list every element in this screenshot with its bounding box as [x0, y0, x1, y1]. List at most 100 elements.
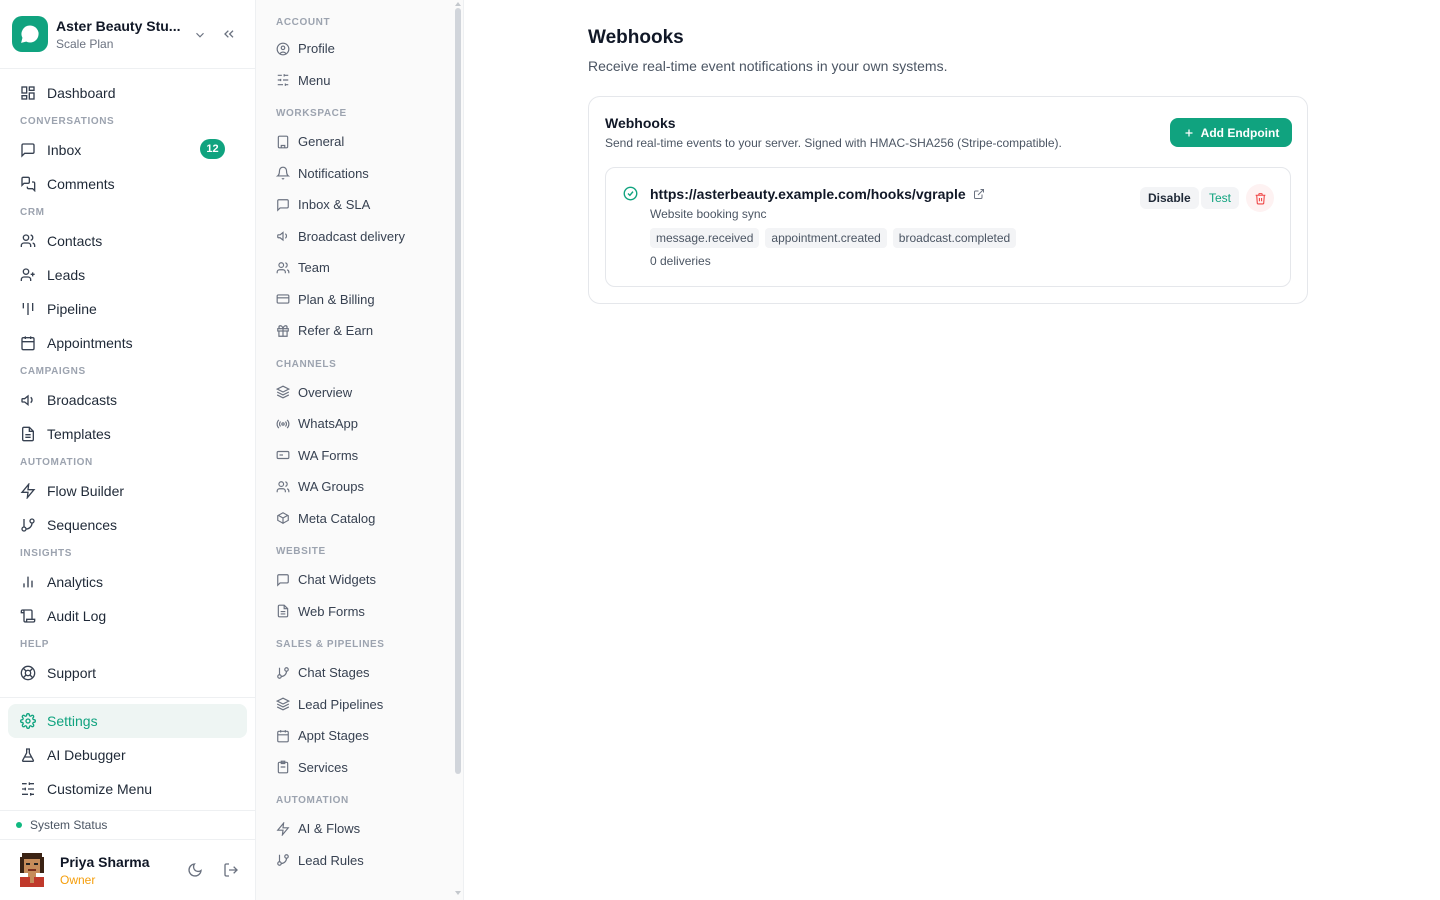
moon-icon[interactable] — [187, 862, 203, 878]
settings-item-services[interactable]: Services — [256, 752, 463, 784]
settings-item-appt-stages[interactable]: Appt Stages — [256, 720, 463, 752]
settings-item-label: Appt Stages — [298, 728, 369, 744]
webhook-endpoint: https://asterbeauty.example.com/hooks/vg… — [605, 167, 1291, 287]
nav-sequences[interactable]: Sequences — [0, 508, 255, 542]
add-endpoint-label: Add Endpoint — [1200, 125, 1280, 140]
settings-item-label: WA Forms — [298, 447, 359, 463]
settings-item-wa-forms[interactable]: WA Forms — [256, 440, 463, 472]
external-link-icon[interactable] — [973, 188, 985, 200]
megaphone-icon — [20, 392, 36, 408]
add-endpoint-button[interactable]: Add Endpoint — [1170, 118, 1292, 147]
scroll-up-arrow-icon[interactable] — [454, 0, 462, 8]
avatar[interactable] — [18, 853, 46, 887]
scroll-down-arrow-icon[interactable] — [454, 889, 462, 897]
settings-item-notifications[interactable]: Notifications — [256, 158, 463, 190]
settings-item-inbox-sla[interactable]: Inbox & SLA — [256, 189, 463, 221]
logout-icon[interactable] — [223, 862, 239, 878]
nav-label: Appointments — [47, 335, 133, 351]
endpoint-description: Website booking sync — [650, 207, 767, 221]
nav-leads[interactable]: Leads — [0, 258, 255, 292]
nav-templates[interactable]: Templates — [0, 417, 255, 451]
git-branch-icon — [20, 517, 36, 533]
settings-item-refer-earn[interactable]: Refer & Earn — [256, 315, 463, 347]
nav-label: Sequences — [47, 517, 118, 533]
nav-label: Audit Log — [47, 608, 107, 624]
settings-item-menu[interactable]: Menu — [256, 65, 463, 97]
webhooks-card: Webhooks Send real-time events to your s… — [588, 96, 1308, 304]
settings-item-label: Lead Rules — [298, 852, 364, 868]
system-status[interactable]: System Status — [0, 810, 255, 840]
settings-item-wa-groups[interactable]: WA Groups — [256, 471, 463, 503]
settings-item-chat-stages[interactable]: Chat Stages — [256, 657, 463, 689]
message-square-icon — [276, 573, 290, 587]
settings-item-ai-flows[interactable]: AI & Flows — [256, 813, 463, 845]
settings-section-website: WEBSITE — [276, 546, 326, 557]
nav-ai-debugger[interactable]: AI Debugger — [0, 738, 255, 772]
nav-label: Settings — [47, 713, 98, 729]
nav-label: Broadcasts — [47, 392, 118, 408]
nav-audit-log[interactable]: Audit Log — [0, 599, 255, 633]
workspace-switcher[interactable]: Aster Beauty Stu... Scale Plan — [0, 0, 255, 69]
user-name: Priya Sharma — [60, 854, 150, 870]
sliders-icon — [20, 781, 36, 797]
chevron-down-icon[interactable] — [193, 28, 207, 42]
nav-analytics[interactable]: Analytics — [0, 565, 255, 599]
endpoint-url[interactable]: https://asterbeauty.example.com/hooks/vg… — [650, 186, 985, 202]
nav-appointments[interactable]: Appointments — [0, 326, 255, 360]
test-button[interactable]: Test — [1201, 187, 1240, 209]
settings-item-general[interactable]: General — [256, 126, 463, 158]
clipboard-icon — [276, 760, 290, 774]
settings-item-plan-billing[interactable]: Plan & Billing — [256, 284, 463, 316]
nav-pipeline[interactable]: Pipeline — [0, 292, 255, 326]
nav-broadcasts[interactable]: Broadcasts — [0, 383, 255, 417]
sliders-icon — [276, 73, 290, 87]
nav-label: Contacts — [47, 233, 103, 249]
settings-item-web-forms[interactable]: Web Forms — [256, 596, 463, 628]
event-chip: message.received — [650, 228, 760, 248]
check-circle-icon — [623, 186, 638, 201]
settings-item-overview[interactable]: Overview — [256, 377, 463, 409]
nav-comments[interactable]: Comments — [0, 167, 255, 201]
settings-item-label: Plan & Billing — [298, 291, 375, 307]
message-square-icon — [276, 198, 290, 212]
nav-settings[interactable]: Settings — [8, 704, 247, 738]
settings-item-label: Menu — [298, 72, 331, 88]
nav-support[interactable]: Support — [0, 656, 255, 690]
collapse-sidebar-icon[interactable] — [221, 26, 237, 42]
main-nav: Dashboard CONVERSATIONS Inbox 12 Comment… — [0, 76, 255, 690]
delete-button[interactable] — [1246, 184, 1274, 212]
settings-item-label: AI & Flows — [298, 821, 361, 837]
settings-scrollbar-thumb[interactable] — [455, 8, 461, 774]
settings-item-meta-catalog[interactable]: Meta Catalog — [256, 503, 463, 535]
user-circle-icon — [276, 42, 290, 56]
settings-item-lead-rules[interactable]: Lead Rules — [256, 845, 463, 877]
primary-sidebar: Aster Beauty Stu... Scale Plan Dashboard… — [0, 0, 256, 900]
nav-label: Comments — [47, 176, 115, 192]
disable-button[interactable]: Disable — [1140, 187, 1199, 209]
settings-item-chat-widgets[interactable]: Chat Widgets — [256, 564, 463, 596]
sidebar-bottom-nav: Settings AI Debugger Customize Menu — [0, 697, 255, 806]
settings-item-profile[interactable]: Profile — [256, 33, 463, 65]
settings-item-label: Lead Pipelines — [298, 696, 384, 712]
users-icon — [276, 261, 290, 275]
settings-item-lead-pipelines[interactable]: Lead Pipelines — [256, 689, 463, 721]
event-chip: appointment.created — [765, 228, 887, 248]
delivery-count: 0 deliveries — [650, 254, 711, 268]
nav-customize-menu[interactable]: Customize Menu — [0, 772, 255, 806]
settings-item-label: Inbox & SLA — [298, 197, 371, 213]
message-square-icon — [20, 142, 36, 158]
card-description: Send real-time events to your server. Si… — [605, 136, 1062, 150]
nav-inbox[interactable]: Inbox 12 — [0, 133, 255, 167]
settings-item-whatsapp[interactable]: WhatsApp — [256, 408, 463, 440]
inbox-count-badge: 12 — [200, 139, 225, 159]
layers-icon — [276, 385, 290, 399]
calendar-icon — [20, 335, 36, 351]
status-dot — [16, 822, 22, 828]
nav-contacts[interactable]: Contacts — [0, 224, 255, 258]
nav-flow-builder[interactable]: Flow Builder — [0, 474, 255, 508]
settings-item-team[interactable]: Team — [256, 252, 463, 284]
system-status-label: System Status — [30, 818, 108, 832]
settings-item-broadcast-delivery[interactable]: Broadcast delivery — [256, 221, 463, 253]
nav-label: Dashboard — [47, 85, 116, 101]
nav-dashboard[interactable]: Dashboard — [0, 76, 255, 110]
